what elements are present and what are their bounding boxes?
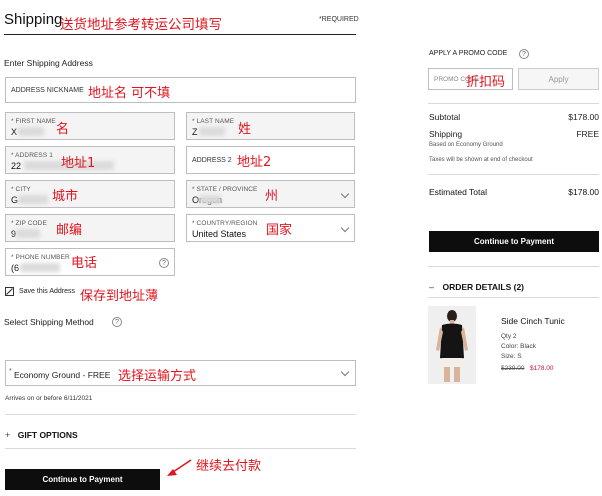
- phone-redaction: [20, 263, 60, 272]
- required-note: *REQUIRED: [319, 16, 359, 23]
- save-address-checkbox[interactable]: [5, 287, 14, 296]
- chevron-down-icon: [340, 223, 350, 233]
- annotation-country: 国家: [266, 223, 293, 238]
- shipping-value: FREE: [576, 129, 599, 139]
- last-name-field[interactable]: * LAST NAME Z: [186, 112, 355, 140]
- address1-label: * ADDRESS 1: [11, 152, 53, 159]
- annotation-zip: 邮编: [56, 223, 83, 238]
- product-size: Size: S: [501, 353, 522, 360]
- enter-address-label: Enter Shipping Address: [4, 58, 93, 68]
- estimated-total-value: $178.00: [568, 187, 599, 197]
- arrow-icon: [167, 459, 192, 476]
- city-value: G: [11, 195, 19, 205]
- gift-bottom-divider: [5, 448, 356, 449]
- country-value: United States: [192, 229, 247, 239]
- product-name[interactable]: Side Cinch Tunic: [501, 316, 565, 326]
- summary-divider-1: [428, 103, 599, 104]
- address-nickname-field[interactable]: ADDRESS NICKNAME: [5, 77, 356, 103]
- product-qty: Qty 2: [501, 333, 517, 340]
- checkmark-icon: [6, 288, 13, 295]
- order-details-toggle[interactable]: – ORDER DETAILS (2): [429, 277, 524, 295]
- annotation-last-name: 姓: [238, 122, 252, 137]
- minus-icon: –: [429, 282, 435, 292]
- product-sale-price: $178.00: [530, 365, 554, 372]
- address2-label: ADDRESS 2: [192, 157, 232, 164]
- zip-redaction: [16, 229, 40, 238]
- last-name-value: Z: [192, 127, 198, 137]
- apply-label: Apply: [548, 75, 569, 84]
- shipping-sub: Based on Economy Ground: [429, 142, 503, 148]
- annotation-method: 选择运输方式: [118, 369, 197, 384]
- page-title: Shipping: [4, 11, 63, 28]
- city-field[interactable]: * CITY G: [5, 180, 175, 208]
- first-name-field[interactable]: * FIRST NAME X: [5, 112, 175, 140]
- state-redaction: [199, 195, 221, 204]
- summary-divider-2: [428, 174, 599, 175]
- summary-divider-4: [428, 297, 599, 298]
- order-details-label: ORDER DETAILS (2): [442, 282, 525, 292]
- promo-label: APPLY A PROMO CODE: [429, 50, 508, 57]
- apply-button[interactable]: Apply: [518, 68, 599, 90]
- annotation-city: 城市: [52, 189, 79, 204]
- annotation-promo: 折扣码: [466, 75, 506, 90]
- continue-button-label: Continue to Payment: [42, 475, 123, 484]
- taxes-note: Taxes will be shown at end of checkout: [429, 157, 533, 163]
- plus-icon: +: [5, 430, 11, 440]
- first-name-value: X: [11, 127, 18, 137]
- model-figure: [436, 310, 468, 382]
- last-name-label: * LAST NAME: [192, 118, 235, 125]
- summary-continue-label: Continue to Payment: [473, 237, 554, 246]
- summary-continue-button[interactable]: Continue to Payment: [429, 231, 599, 252]
- annotation-first-name: 名: [56, 122, 70, 137]
- title-divider: [4, 34, 356, 35]
- save-address-label: Save this Address: [19, 288, 76, 295]
- state-label: * STATE / PROVINCE: [192, 186, 258, 193]
- annotation-phone: 电话: [71, 256, 98, 271]
- product-color: Color: Black: [501, 343, 537, 350]
- city-redaction: [18, 195, 48, 204]
- phone-value: (6: [11, 263, 20, 273]
- subtotal-label: Subtotal: [429, 112, 461, 122]
- gift-top-divider: [5, 414, 356, 415]
- address1-value: 22: [11, 161, 22, 171]
- annotation-title: 送货地址参考转运公司填写: [60, 17, 222, 33]
- help-icon[interactable]: ?: [519, 49, 529, 59]
- chevron-down-icon: [340, 189, 350, 199]
- address-nickname-label: ADDRESS NICKNAME: [11, 87, 84, 94]
- zip-field[interactable]: * ZIP CODE 9: [5, 214, 175, 242]
- country-label: * COUNTRY/REGION: [192, 220, 258, 227]
- city-label: * CITY: [11, 186, 31, 193]
- first-name-redaction: [18, 127, 44, 136]
- product-orig-price: $239.00: [501, 365, 525, 372]
- zip-label: * ZIP CODE: [11, 220, 47, 227]
- phone-label: * PHONE NUMBER: [11, 254, 70, 261]
- last-name-redaction: [199, 127, 225, 136]
- required-mark: *: [9, 368, 12, 375]
- annotation-address1: 地址1: [61, 156, 96, 171]
- gift-options-label: GIFT OPTIONS: [17, 430, 78, 440]
- continue-to-payment-button[interactable]: Continue to Payment: [5, 469, 160, 490]
- summary-divider-3: [428, 266, 599, 267]
- help-icon[interactable]: ?: [159, 258, 169, 268]
- shipping-method-label: Select Shipping Method: [4, 317, 94, 327]
- shipping-method-value: Economy Ground - FREE: [14, 370, 111, 380]
- shipping-label: Shipping: [429, 129, 463, 139]
- annotation-state: 州: [265, 189, 279, 204]
- help-icon[interactable]: ?: [112, 317, 122, 327]
- chevron-down-icon: [340, 367, 350, 377]
- first-name-label: * FIRST NAME: [11, 118, 56, 125]
- annotation-save: 保存到地址薄: [80, 289, 159, 304]
- gift-options-toggle[interactable]: + GIFT OPTIONS: [5, 425, 78, 440]
- annotation-nickname: 地址名 可不填: [88, 86, 171, 101]
- annotation-address2: 地址2: [237, 155, 272, 170]
- annotation-continue: 继续去付款: [196, 459, 262, 474]
- estimated-total-label: Estimated Total: [429, 187, 487, 197]
- product-image[interactable]: [428, 306, 476, 384]
- subtotal-value: $178.00: [568, 112, 599, 122]
- arrival-note: Arrives on or before 6/11/2021: [5, 395, 93, 402]
